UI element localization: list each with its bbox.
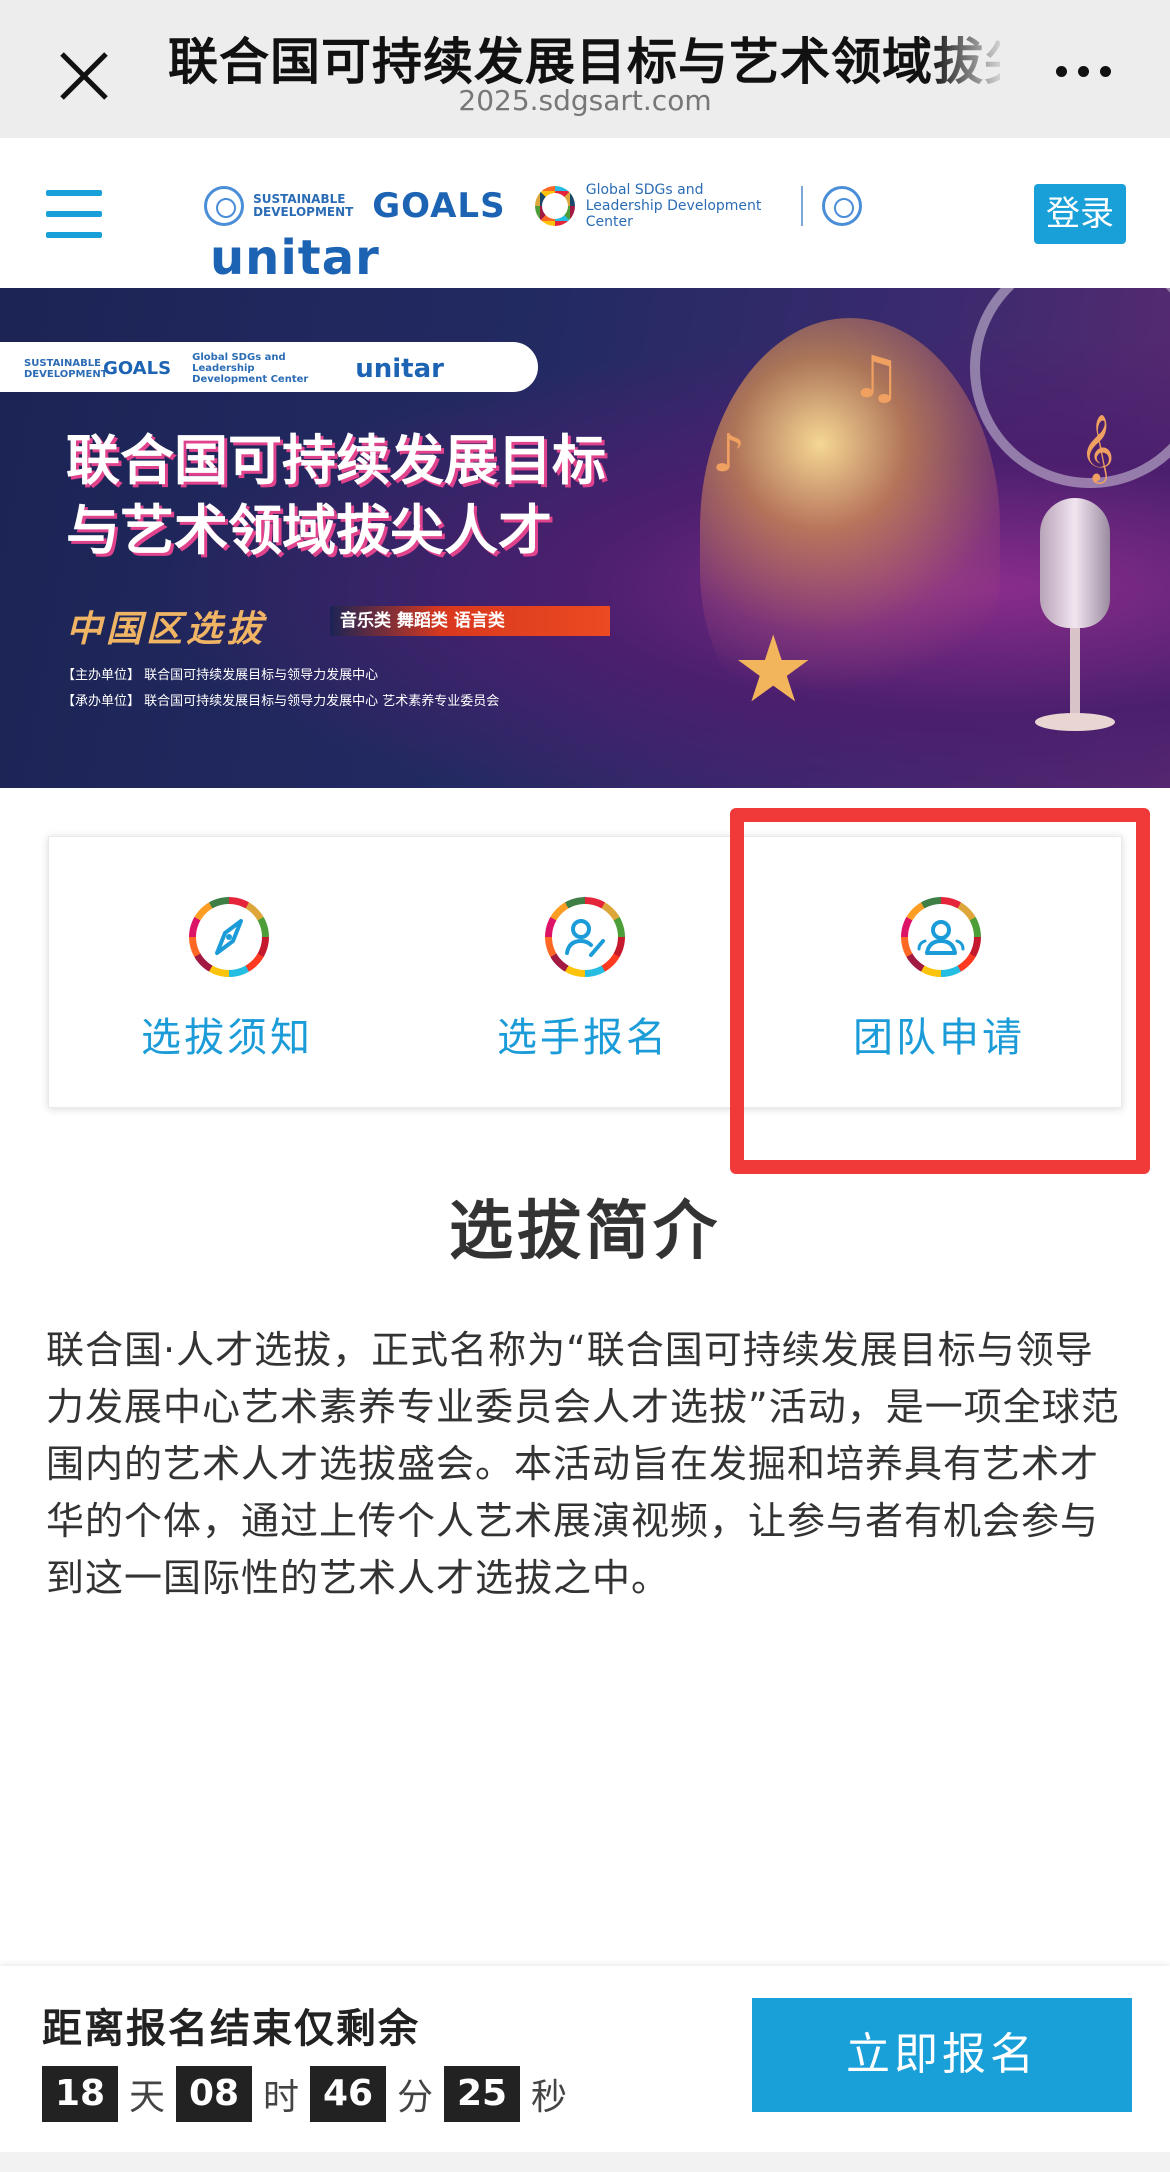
banner-goals-logo: GOALS bbox=[103, 358, 172, 379]
action-label: 选手报名 bbox=[497, 1015, 669, 1061]
action-label: 团队申请 bbox=[853, 1015, 1025, 1061]
more-options-icon[interactable] bbox=[1056, 50, 1116, 90]
banner-partner-logos: SUSTAINABLE DEVELOPMENT GOALS Global SDG… bbox=[0, 342, 538, 392]
action-label: 选拔须知 bbox=[141, 1015, 313, 1061]
action-team-application[interactable]: 团队申请 bbox=[761, 837, 1117, 1109]
title-fade bbox=[930, 20, 1010, 90]
countdown-seconds-unit: 秒 bbox=[530, 2077, 567, 2118]
sdg-logo-text: SUSTAINABLE DEVELOPMENT bbox=[253, 192, 354, 219]
un-emblem-icon bbox=[821, 186, 862, 226]
signup-now-button[interactable]: 立即报名 bbox=[752, 1998, 1132, 2112]
music-note-icon: ♪ bbox=[712, 424, 746, 484]
unitar-logo: unitar bbox=[210, 230, 380, 286]
banner-gc-text: Global SDGs and Leadership Development C… bbox=[192, 352, 309, 385]
sdg-wheel-icon bbox=[534, 186, 575, 226]
banner-sdg-text: SUSTAINABLE DEVELOPMENT bbox=[24, 357, 108, 380]
intro-body: 联合国·人才选拔，正式名称为“联合国可持续发展目标与领导力发展中心艺术素养专业委… bbox=[46, 1328, 1120, 1600]
music-note-icon: ♫ bbox=[850, 343, 902, 411]
microphone-image bbox=[1040, 498, 1110, 628]
countdown-seconds: 25 bbox=[444, 2066, 520, 2122]
action-selection-notice[interactable]: 选拔须知 bbox=[49, 837, 405, 1109]
login-button[interactable]: 登录 bbox=[1034, 184, 1126, 244]
un-emblem-icon bbox=[204, 186, 244, 226]
star-icon: ★ bbox=[732, 616, 815, 723]
countdown-title: 距离报名结束仅剩余 bbox=[42, 2006, 420, 2052]
browser-top-bar: 联合国可持续发展目标与艺术领域拔尖人才 2025.sdgsart.com bbox=[0, 0, 1170, 138]
microphone-stand bbox=[1070, 628, 1080, 718]
countdown-minutes-unit: 分 bbox=[396, 2077, 433, 2118]
un-emblem-decoration-icon bbox=[970, 288, 1170, 488]
compass-icon bbox=[189, 897, 269, 977]
gc-logo-text: Global SDGs and Leadership Development C… bbox=[585, 182, 762, 230]
countdown-minutes: 46 bbox=[310, 2066, 386, 2122]
bottom-signup-bar: 距离报名结束仅剩余 18 天 08 时 46 分 25 秒 立即报名 bbox=[0, 1966, 1170, 2152]
site-header: SUSTAINABLE DEVELOPMENT GOALS Global SDG… bbox=[0, 138, 1170, 288]
team-icon bbox=[901, 897, 981, 977]
browser-url: 2025.sdgsart.com bbox=[458, 84, 712, 117]
countdown-hours: 08 bbox=[176, 2066, 252, 2122]
partner-logos: SUSTAINABLE DEVELOPMENT GOALS Global SDG… bbox=[204, 182, 974, 286]
countdown-hours-unit: 时 bbox=[262, 2077, 299, 2118]
action-contestant-signup[interactable]: 选手报名 bbox=[405, 837, 761, 1109]
action-tabs: 选拔须知 选手报名 团队申请 bbox=[48, 836, 1122, 1108]
logo-divider bbox=[800, 186, 803, 226]
microphone-base bbox=[1035, 713, 1115, 731]
banner-title: 联合国可持续发展目标 与艺术领域拔尖人才 bbox=[66, 426, 606, 566]
banner-title-line-2: 与艺术领域拔尖人才 bbox=[66, 499, 552, 562]
hero-banner[interactable]: SUSTAINABLE DEVELOPMENT GOALS Global SDG… bbox=[0, 288, 1170, 788]
browser-title: 联合国可持续发展目标与艺术领域拔尖人才 bbox=[168, 33, 1000, 88]
banner-unitar-logo: unitar bbox=[355, 353, 444, 384]
countdown-days-unit: 天 bbox=[128, 2077, 165, 2118]
bottom-safe-area bbox=[0, 2152, 1170, 2172]
banner-organizer: 【主办单位】 联合国可持续发展目标与领导力发展中心 bbox=[62, 668, 379, 683]
countdown-timer: 18 天 08 时 46 分 25 秒 bbox=[42, 2066, 578, 2122]
treble-clef-icon: 𝄞 bbox=[1080, 413, 1115, 481]
banner-subtitle: 中国区选拔 bbox=[66, 609, 267, 650]
person-edit-icon bbox=[545, 897, 625, 977]
banner-category-tag: 音乐类 舞蹈类 语言类 bbox=[330, 606, 610, 636]
banner-title-line-1: 联合国可持续发展目标 bbox=[66, 429, 606, 492]
intro-title: 选拔简介 bbox=[449, 1195, 721, 1269]
banner-undertaker: 【承办单位】 联合国可持续发展目标与领导力发展中心 艺术素养专业委员会 bbox=[62, 694, 500, 709]
menu-icon[interactable] bbox=[46, 190, 104, 238]
goals-logo: GOALS bbox=[372, 186, 506, 226]
countdown-days: 18 bbox=[42, 2066, 118, 2122]
